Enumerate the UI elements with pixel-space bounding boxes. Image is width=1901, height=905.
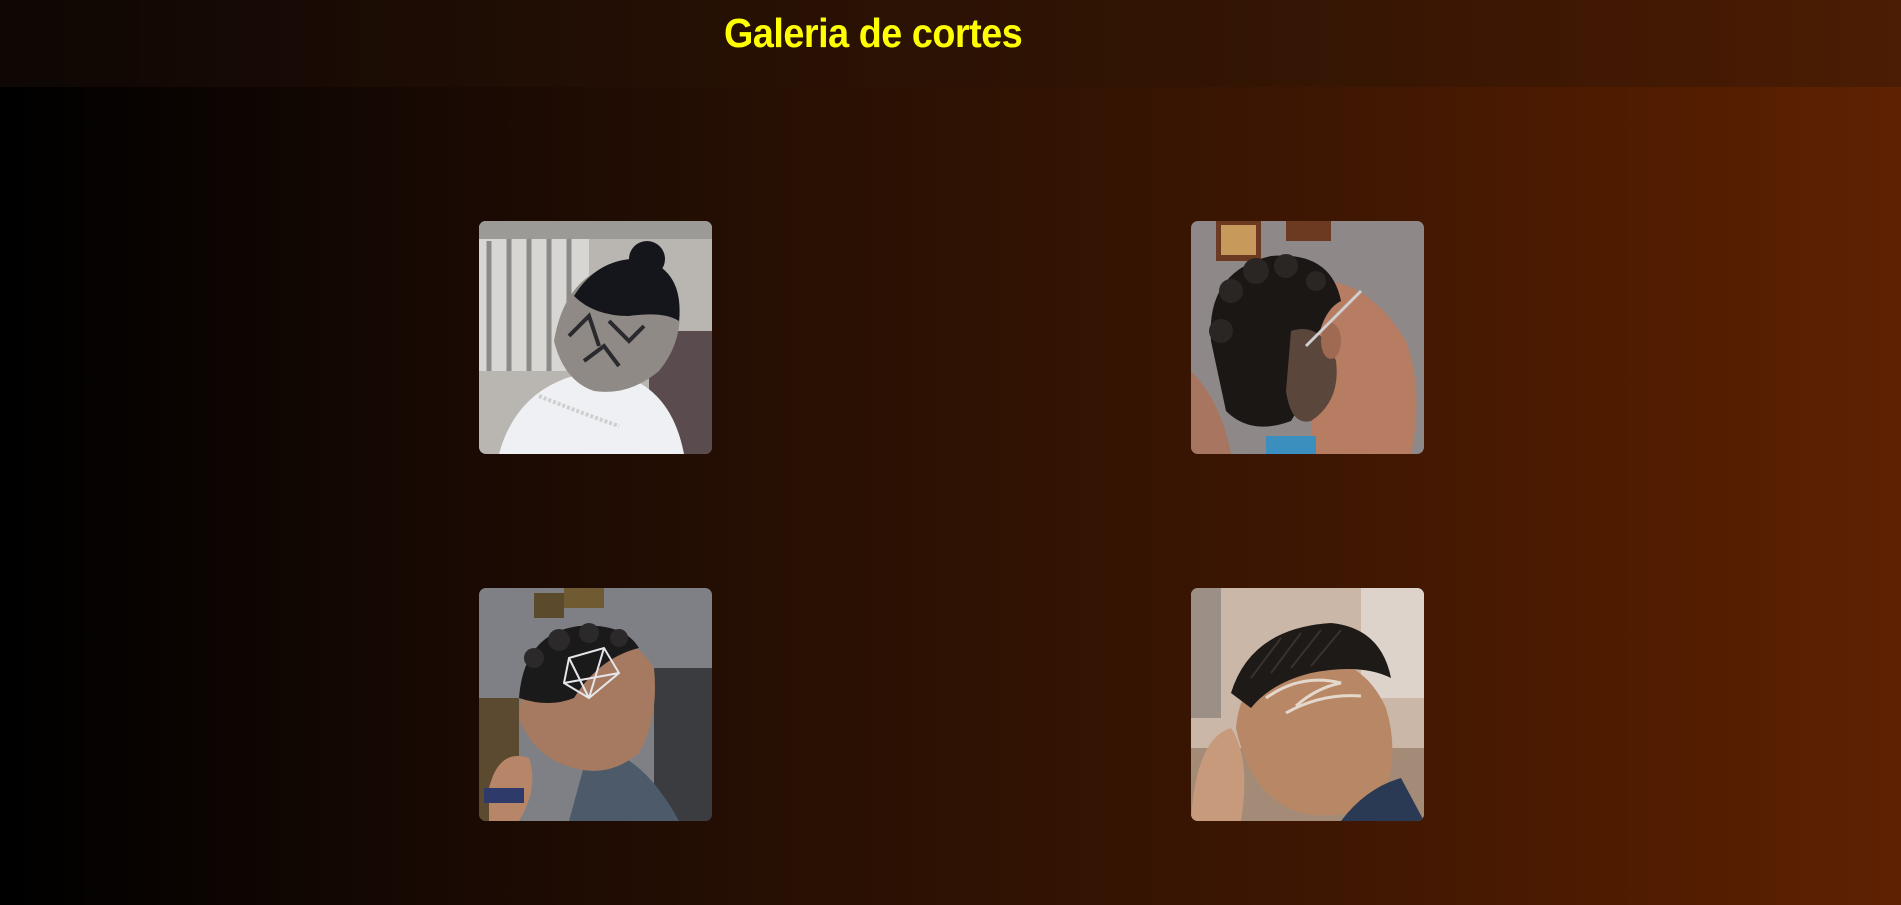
header: Galeria de cortes: [0, 0, 1901, 87]
haircut-photo-image: [479, 588, 712, 821]
gallery-photo-geometric-design[interactable]: [479, 588, 712, 821]
gallery-photo-man-bun-undercut[interactable]: [479, 221, 712, 454]
gallery-photo-curly-fade-profile[interactable]: [1191, 221, 1424, 454]
page-title: Galeria de cortes: [724, 10, 1023, 56]
haircut-photo-image: [1191, 221, 1424, 454]
gallery-photo-freestyle-design[interactable]: [1191, 588, 1424, 821]
haircut-photo-image: [479, 221, 712, 454]
haircut-photo-image: [1191, 588, 1424, 821]
